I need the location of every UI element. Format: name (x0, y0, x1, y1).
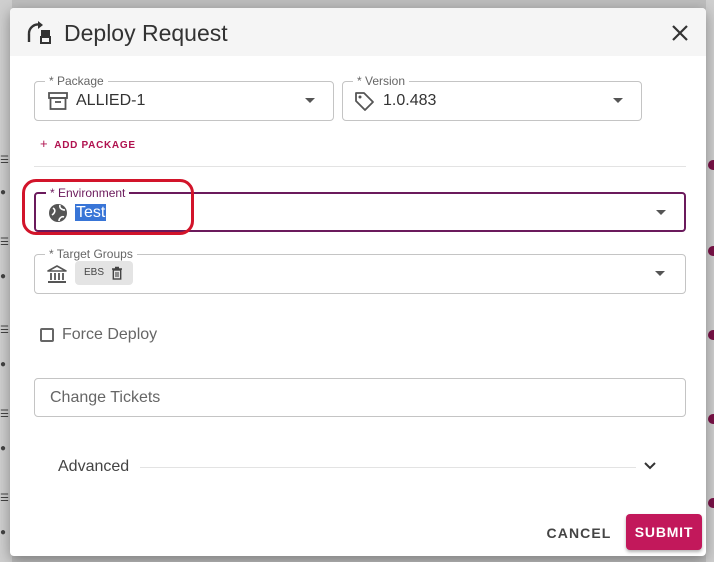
dialog-header: Deploy Request (10, 8, 706, 56)
chevron-down-icon (305, 98, 315, 103)
plus-icon: + (40, 136, 49, 151)
background-marker (708, 414, 714, 424)
advanced-toggle-label[interactable]: Advanced (58, 458, 129, 476)
section-divider (34, 166, 686, 167)
highlight-annotation (22, 179, 194, 235)
globe-icon: ● (0, 359, 7, 370)
chevron-down-icon (655, 271, 665, 276)
list-icon: ☰ (0, 409, 9, 420)
deploy-swap-icon (27, 21, 51, 44)
submit-button[interactable]: SUBMIT (626, 514, 702, 550)
list-icon: ☰ (0, 237, 9, 248)
globe-icon: ● (0, 527, 7, 538)
close-icon[interactable] (668, 21, 692, 45)
cancel-button[interactable]: CANCEL (540, 516, 618, 550)
bank-icon (47, 265, 67, 283)
background-marker (708, 246, 714, 256)
list-icon: ☰ (0, 155, 9, 166)
globe-icon: ● (0, 443, 7, 454)
chip-label: EBS (84, 267, 105, 278)
target-groups-label: * Target Groups (45, 247, 137, 261)
background-marker (708, 330, 714, 340)
background-marker (708, 160, 714, 170)
change-tickets-input[interactable]: Change Tickets (34, 378, 686, 417)
archive-box-icon (48, 92, 68, 110)
force-deploy-checkbox[interactable] (40, 328, 54, 342)
version-label: * Version (353, 74, 410, 88)
add-package-button[interactable]: + ADD PACKAGE (40, 136, 136, 151)
dialog-title: Deploy Request (64, 20, 228, 46)
chevron-down-icon (613, 98, 623, 103)
list-icon: ☰ (0, 493, 9, 504)
globe-icon: ● (0, 187, 7, 198)
chevron-down-icon[interactable] (642, 458, 658, 474)
target-groups-select[interactable]: * Target Groups EBS (34, 247, 686, 294)
chevron-down-icon (656, 210, 666, 215)
change-tickets-placeholder: Change Tickets (50, 389, 161, 406)
add-package-label: ADD PACKAGE (54, 140, 136, 151)
package-select[interactable]: * Package ALLIED-1 (34, 74, 334, 121)
package-label: * Package (45, 74, 108, 88)
tag-icon (355, 92, 374, 111)
background-marker (708, 498, 714, 508)
package-value: ALLIED-1 (76, 92, 146, 109)
deploy-request-dialog: Deploy Request * Package ALLIED-1 * Vers… (10, 8, 706, 556)
advanced-divider (140, 467, 636, 468)
force-deploy-label: Force Deploy (62, 326, 158, 343)
target-group-chip[interactable]: EBS (75, 261, 133, 285)
trash-icon[interactable] (109, 265, 125, 281)
list-icon: ☰ (0, 325, 9, 336)
version-select[interactable]: * Version 1.0.483 (342, 74, 642, 121)
version-value: 1.0.483 (383, 92, 437, 109)
globe-icon: ● (0, 271, 7, 282)
background-right-strip (706, 0, 714, 562)
